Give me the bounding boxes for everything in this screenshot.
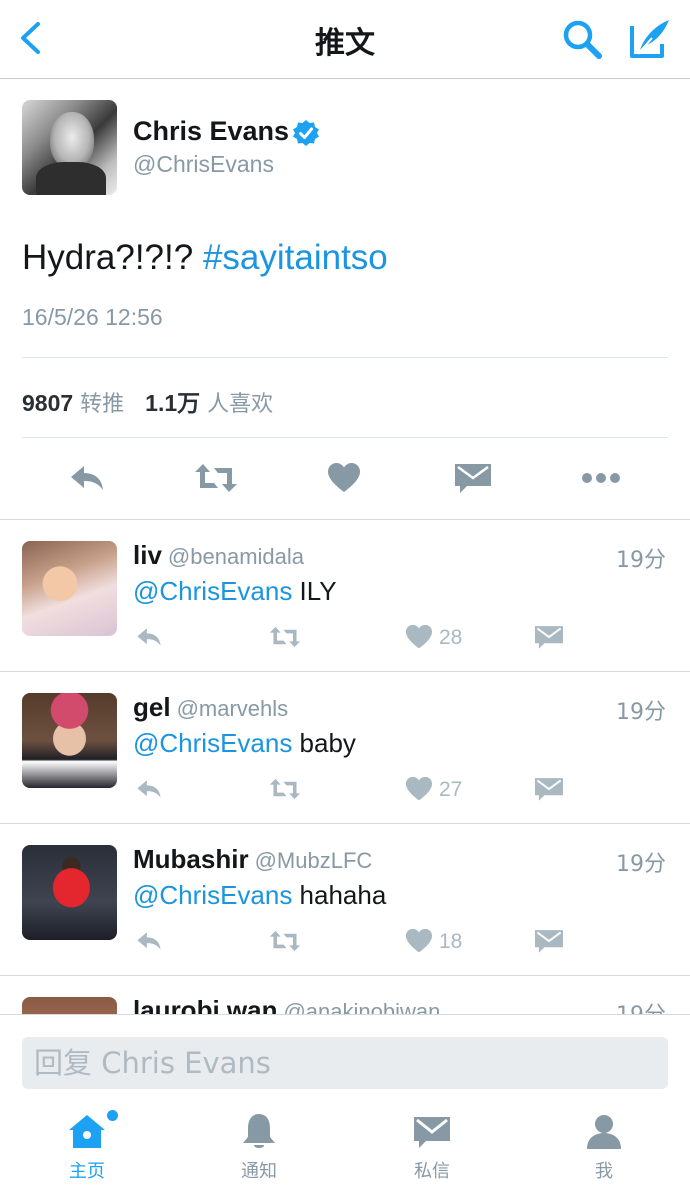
compose-tweet-icon[interactable] [628, 16, 672, 60]
reply-text: baby [292, 728, 356, 758]
like-count: 28 [439, 626, 463, 649]
reply-icon[interactable] [134, 776, 164, 802]
retweet-icon[interactable] [267, 776, 303, 802]
direct-message-icon[interactable] [535, 624, 563, 650]
retweet-count: 9807 [22, 390, 74, 416]
reply-time: 19分 [616, 548, 666, 573]
reply-tweet[interactable]: liv @benamidala 19分 @ChrisEvans ILY 28 [0, 520, 690, 672]
reply-tweet[interactable]: gel @marvehls 19分 @ChrisEvans baby 27 [0, 672, 690, 824]
like-count: 18 [439, 930, 463, 953]
author-name[interactable]: Chris Evans [133, 116, 289, 147]
reply-author-handle[interactable]: @anakinobiwan [283, 999, 440, 1015]
reply-author-name[interactable]: Mubashir [133, 844, 249, 874]
tab-notifications[interactable]: 通知 [199, 1107, 319, 1187]
more-options-icon[interactable] [580, 460, 622, 496]
divider [22, 437, 668, 438]
like-count: 1.1万 [145, 390, 201, 416]
retweet-label: 转推 [80, 392, 125, 417]
direct-message-icon[interactable] [535, 776, 563, 802]
tweet-text: Hydra?!?!? #sayitaintso [22, 238, 388, 278]
reply-time: 19分 [616, 852, 666, 877]
reply-icon[interactable] [68, 460, 106, 496]
mention-link[interactable]: @ChrisEvans [133, 728, 292, 758]
tab-label: 主页 [69, 1161, 105, 1182]
top-nav-bar: 推文 [0, 0, 690, 79]
like-heart-icon[interactable] [406, 776, 432, 802]
reply-author-handle[interactable]: @marvehls [177, 696, 289, 721]
bottom-tab-bar: 主页 通知 私信 我 [0, 1107, 690, 1187]
tweet-body: Hydra?!?!? [22, 238, 203, 277]
author-handle[interactable]: @ChrisEvans [133, 151, 274, 178]
tweet-stats[interactable]: 9807 转推 1.1万 人喜欢 [22, 384, 273, 418]
hashtag-link[interactable]: #sayitaintso [203, 238, 388, 277]
messages-icon [414, 1117, 450, 1148]
reply-author-name[interactable]: gel [133, 692, 171, 722]
reply-text: ILY [292, 576, 337, 606]
retweet-icon[interactable] [267, 624, 303, 650]
profile-icon [587, 1115, 621, 1149]
tab-messages[interactable]: 私信 [372, 1107, 492, 1187]
avatar[interactable] [22, 997, 117, 1015]
divider [22, 357, 668, 358]
tab-me[interactable]: 我 [544, 1107, 664, 1187]
verified-badge-icon [293, 120, 319, 146]
avatar[interactable] [22, 845, 117, 940]
home-icon [69, 1115, 105, 1148]
tab-home[interactable]: 主页 [27, 1107, 147, 1187]
reply-tweet[interactable]: laurobi wan @anakinobiwan 19分 [0, 977, 690, 1015]
direct-message-icon[interactable] [455, 460, 491, 496]
like-heart-icon[interactable] [328, 460, 360, 496]
reply-tweet[interactable]: Mubashir @MubzLFC 19分 @ChrisEvans hahaha … [0, 824, 690, 976]
author-avatar[interactable] [22, 100, 117, 195]
avatar[interactable] [22, 541, 117, 636]
reply-text: hahaha [292, 880, 387, 910]
reply-time: 19分 [616, 700, 666, 725]
main-tweet: Chris Evans @ChrisEvans Hydra?!?!? #sayi… [0, 80, 690, 520]
avatar[interactable] [22, 693, 117, 788]
reply-time: 19分 [616, 997, 666, 1015]
reply-input[interactable] [22, 1037, 668, 1089]
tab-label: 私信 [414, 1161, 450, 1182]
direct-message-icon[interactable] [535, 928, 563, 954]
tab-label: 通知 [241, 1161, 277, 1182]
reply-icon[interactable] [134, 928, 164, 954]
like-heart-icon[interactable] [406, 624, 432, 650]
tab-label: 我 [595, 1161, 613, 1182]
tweet-timestamp: 16/5/26 12:56 [22, 304, 163, 330]
reply-author-handle[interactable]: @MubzLFC [255, 848, 373, 873]
like-count: 27 [439, 778, 463, 801]
reply-author-name[interactable]: laurobi wan [133, 995, 277, 1015]
bell-icon [243, 1114, 275, 1148]
like-heart-icon[interactable] [406, 928, 432, 954]
new-content-badge [107, 1110, 118, 1121]
retweet-icon[interactable] [267, 928, 303, 954]
mention-link[interactable]: @ChrisEvans [133, 880, 292, 910]
reply-author-name[interactable]: liv [133, 540, 162, 570]
retweet-icon[interactable] [194, 460, 238, 496]
reply-author-handle[interactable]: @benamidala [168, 544, 304, 569]
reply-icon[interactable] [134, 624, 164, 650]
reply-composer [0, 1014, 690, 1107]
search-icon[interactable] [561, 18, 603, 60]
mention-link[interactable]: @ChrisEvans [133, 576, 292, 606]
like-label: 人喜欢 [207, 392, 274, 417]
